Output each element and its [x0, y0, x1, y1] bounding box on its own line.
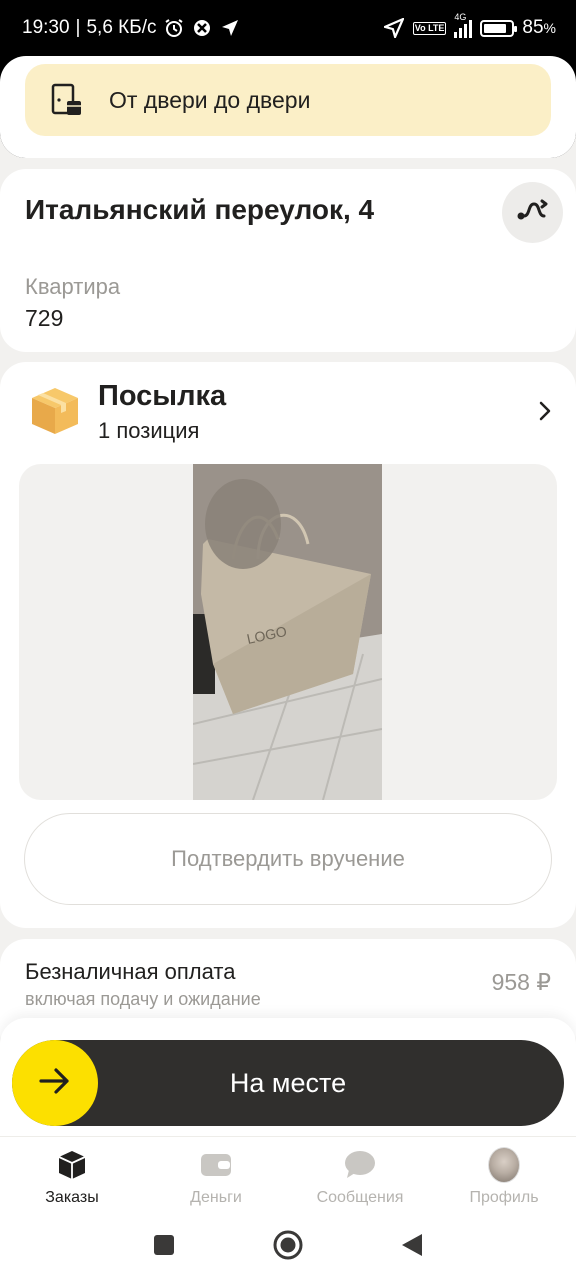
location-arrow-icon [219, 17, 241, 39]
status-bar: 19:30 | 5,6 КБ/с Vo LTE 4G 85% [0, 0, 576, 56]
parcel-item-count: 1 позиция [98, 418, 200, 443]
parcel-photo-container: LOGO [19, 464, 557, 800]
payment-note: включая подачу и ожидание [25, 989, 261, 1009]
battery-icon [480, 19, 518, 37]
tab-profile[interactable]: Профиль [432, 1137, 576, 1214]
system-nav-bar [0, 1214, 576, 1280]
parcel-card: Посылка 1 позиция LOGO Подтвердить вруче… [0, 362, 576, 928]
parcel-photo[interactable]: LOGO [192, 464, 383, 800]
tab-orders-label: Заказы [45, 1189, 99, 1206]
alarm-icon [163, 17, 185, 39]
tab-orders[interactable]: Заказы [0, 1137, 144, 1214]
delivery-mode-label: От двери до двери [109, 86, 311, 113]
tab-messages-label: Сообщения [316, 1189, 404, 1206]
back-icon[interactable] [401, 1233, 423, 1262]
route-button[interactable] [502, 182, 563, 243]
payment-method: Безналичная оплата [25, 959, 236, 984]
door-parcel-icon [51, 83, 83, 117]
chat-icon [344, 1149, 376, 1181]
tab-money[interactable]: Деньги [144, 1137, 288, 1214]
bottom-tab-bar: Заказы Деньги Сообщения Профиль [0, 1136, 576, 1214]
home-icon[interactable] [273, 1230, 303, 1265]
navigation-icon [383, 17, 405, 39]
arrow-right-icon [38, 1066, 72, 1101]
confirm-handover-button[interactable]: Подтвердить вручение [24, 813, 552, 905]
app-notification-icon [191, 17, 213, 39]
parcel-title: Посылка [98, 380, 227, 412]
tab-messages[interactable]: Сообщения [288, 1137, 432, 1214]
avatar [488, 1147, 520, 1183]
chevron-right-icon[interactable] [536, 400, 554, 422]
status-time: 19:30 [22, 17, 70, 38]
wallet-icon [200, 1149, 232, 1181]
signal-icon: 4G [454, 12, 473, 38]
battery-percent: 85 [522, 17, 544, 38]
orders-icon [56, 1149, 88, 1181]
recents-icon[interactable] [153, 1234, 175, 1261]
delivery-card: От двери до двери [0, 56, 576, 158]
box-icon [28, 384, 82, 438]
apartment-value: 729 [25, 305, 64, 331]
volte-badge: Vo LTE [412, 21, 447, 35]
payment-price: 958 ₽ [491, 969, 551, 995]
address-card: Итальянский переулок, 4 Квартира 729 [0, 169, 576, 352]
address-title: Итальянский переулок, 4 [25, 194, 375, 225]
route-icon [516, 197, 550, 228]
tab-profile-label: Профиль [469, 1189, 539, 1206]
apartment-label: Квартира [25, 274, 121, 299]
tab-money-label: Деньги [190, 1189, 242, 1206]
arrived-slider-knob[interactable] [12, 1040, 98, 1126]
status-speed: 5,6 КБ/с [86, 17, 157, 38]
delivery-mode-pill[interactable]: От двери до двери [25, 64, 551, 136]
